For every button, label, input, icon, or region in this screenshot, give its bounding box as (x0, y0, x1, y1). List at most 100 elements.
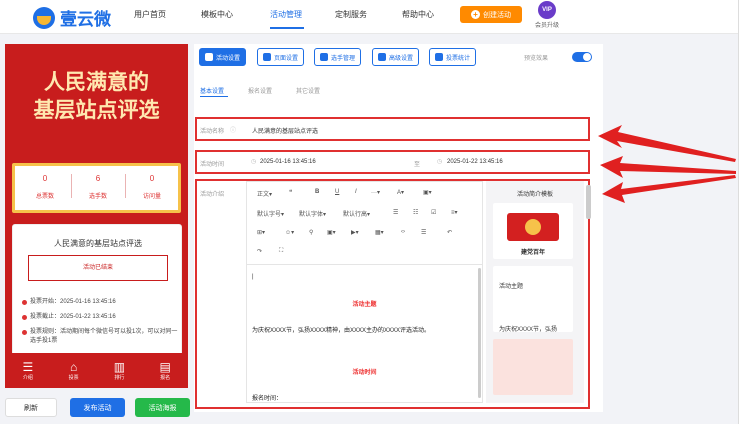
bullet-list-icon[interactable]: ☰ (393, 209, 398, 216)
redo-icon[interactable]: ↷ (257, 248, 262, 255)
font-size-select[interactable]: 默认字号▾ (257, 209, 284, 218)
template-card-2[interactable]: 活动主题 为庆祝XXXX节，弘扬 (493, 266, 573, 332)
mobile-preview: 人民满意的 基层站点评选 0 总票数 6 选手数 0 访问量 人民满意的基层站点评选 … (5, 44, 188, 388)
arrow-3 (602, 175, 736, 203)
list-icon: ☰ (22, 360, 34, 374)
underline-icon[interactable]: U (335, 189, 339, 195)
info-start: 投票开始：2025-01-16 13:45:16 (22, 298, 178, 307)
undo-icon[interactable]: ↶ (447, 229, 452, 236)
subtab-basic[interactable]: 基本设置 (200, 86, 224, 95)
template-scrollbar[interactable] (586, 185, 591, 219)
link-icon[interactable]: ⚲ (309, 229, 313, 236)
preview-activity-card: 人民满意的基层站点评选 活动已结束 投票开始：2025-01-16 13:45:… (12, 224, 182, 374)
nav-activity-management[interactable]: 活动管理 (270, 9, 302, 20)
font-color-icon[interactable]: A▾ (397, 189, 404, 196)
chart-icon (435, 53, 443, 61)
line-height-select[interactable]: 默认行高▾ (343, 209, 370, 218)
window-scrollbar[interactable] (738, 0, 750, 424)
tab-vote-stats[interactable]: 投票统计 (429, 48, 477, 66)
settings-panel: 活动设置 页面设置 选手管理 高级设置 投票统计 预览效果 基本设置 报名设置 … (194, 44, 603, 412)
activity-name-input[interactable]: 人民满意的基层站点评选 (252, 126, 318, 135)
sliders-icon (378, 53, 386, 61)
start-time-input[interactable]: 2025-01-16 13:45:16 (260, 159, 316, 165)
nav-help-center[interactable]: 帮助中心 (402, 9, 434, 20)
align-icon[interactable]: ≡▾ (451, 209, 458, 216)
tab-vote[interactable]: ⌂ 投票 (59, 360, 89, 381)
create-activity-label: 创建活动 (483, 11, 511, 19)
info-rules: 投票规则：活动期间每个微信号可以投1次，可以对同一选手投1票 (22, 328, 178, 346)
plus-icon: + (471, 10, 480, 19)
italic-icon[interactable]: I (355, 189, 357, 195)
refresh-button[interactable]: 刷新 (5, 398, 57, 417)
tab-ranking[interactable]: ▥ 排行 (104, 360, 134, 381)
indent-icon[interactable]: ⊞▾ (257, 229, 265, 236)
code-icon[interactable]: ‹› (401, 229, 405, 235)
emoji-icon[interactable]: ☺▾ (285, 229, 294, 236)
tool-paragraph[interactable]: 正文▾ (257, 189, 272, 198)
template-card-3[interactable] (493, 339, 573, 395)
more-icon[interactable]: ···▾ (371, 189, 380, 196)
content-paragraph-2: 报名时间： (252, 396, 283, 402)
preview-stats-panel: 0 总票数 6 选手数 0 访问量 (12, 163, 181, 213)
publish-button[interactable]: 发布活动 (70, 398, 125, 417)
tab-page-settings[interactable]: 页面设置 (257, 48, 305, 66)
create-activity-button[interactable]: + 创建活动 (460, 6, 522, 23)
tab-contestant-management[interactable]: 选手管理 (314, 48, 362, 66)
table-icon[interactable]: ▦▾ (375, 229, 384, 236)
poster-button[interactable]: 活动海报 (135, 398, 190, 417)
quote-icon[interactable]: ❝ (289, 189, 292, 196)
checklist-icon[interactable]: ☑ (431, 209, 436, 216)
end-time-input[interactable]: 2025-01-22 13:45:16 (447, 159, 503, 165)
activity-time-label: 活动时间 (200, 162, 225, 168)
rich-text-editor[interactable]: 正文▾ ❝ B U I ···▾ A▾ ▣▾ 默认字号▾ 默认字体▾ 默认行高▾… (246, 181, 483, 403)
preview-effect-toggle[interactable] (572, 52, 592, 62)
home-icon: ⌂ (70, 360, 78, 374)
template-2-text: 活动主题 (499, 284, 524, 290)
tab-advanced-settings[interactable]: 高级设置 (372, 48, 420, 66)
arrow-2 (600, 156, 736, 178)
vip-upgrade-label[interactable]: 会员升级 (535, 20, 559, 29)
template-sidebar-title: 活动简介模板 (516, 192, 553, 198)
gear-icon (263, 53, 271, 61)
subtab-signup[interactable]: 报名设置 (248, 86, 272, 95)
bold-icon[interactable]: B (315, 189, 319, 195)
activity-name-label: 活动名称 (200, 129, 225, 135)
users-icon (320, 53, 328, 61)
nav-user-home[interactable]: 用户首页 (134, 9, 166, 20)
vip-icon[interactable]: VIP (538, 1, 556, 19)
bg-color-icon[interactable]: ▣▾ (423, 189, 432, 196)
nav-template-center[interactable]: 模板中心 (201, 9, 233, 20)
preview-title-line2: 基层站点评选 (33, 97, 160, 122)
image-icon[interactable]: ▣▾ (327, 229, 336, 236)
preview-effect-label: 预览效果 (524, 56, 549, 62)
template-2-para: 为庆祝XXXX节，弘扬 (499, 327, 558, 332)
tab-activity-settings[interactable]: 活动设置 (199, 48, 247, 66)
arrow-1 (598, 125, 736, 162)
template-card-1[interactable]: 建党百年 (493, 203, 573, 259)
numbered-list-icon[interactable]: ☷ (413, 209, 418, 216)
card-title: 人民满意的基层站点评选 (54, 239, 142, 248)
stat-visits: 0 访问量 (142, 174, 161, 200)
activity-ended-banner: 活动已结束 (28, 255, 168, 281)
fullscreen-icon[interactable]: ⛶ (279, 248, 283, 255)
subtab-other[interactable]: 其它设置 (296, 86, 320, 95)
brand-logo[interactable]: 壹云微 (33, 5, 111, 30)
font-family-select[interactable]: 默认字体▾ (299, 209, 326, 218)
nav-custom-service[interactable]: 定制服务 (335, 9, 367, 20)
content-heading-theme: 活动主题 (352, 302, 377, 308)
brand-name: 壹云微 (60, 10, 111, 30)
form-icon: ▤ (159, 360, 171, 374)
clock-icon: ◷ (251, 159, 257, 165)
tab-intro[interactable]: ☰ 介绍 (13, 360, 43, 381)
stat-total-votes: 0 总票数 (35, 174, 54, 200)
subtab-indicator (200, 96, 228, 97)
stat-divider (71, 174, 72, 198)
ranking-icon: ▥ (113, 360, 126, 374)
party-emblem-icon (525, 219, 541, 235)
editor-scrollbar[interactable] (478, 268, 481, 398)
video-icon[interactable]: ▶▾ (351, 229, 359, 236)
content-heading-time: 活动时间 (352, 370, 377, 376)
tab-signup[interactable]: ▤ 报名 (150, 360, 180, 381)
clock-icon: ◷ (437, 159, 443, 165)
divider-icon[interactable]: ☰ (421, 229, 426, 236)
